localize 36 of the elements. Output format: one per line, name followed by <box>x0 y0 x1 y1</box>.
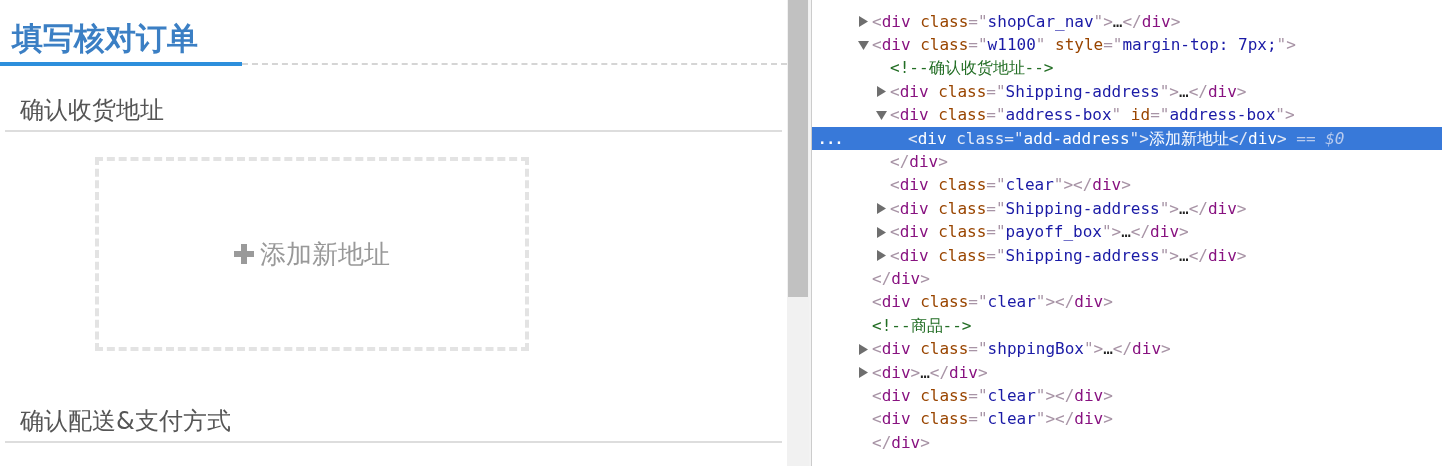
code-line: <div class="clear"></div> <box>872 408 1113 431</box>
code-line: <div class="add-address">添加新地址</div> == $0 <box>908 127 1345 150</box>
collapsed-triangle-icon[interactable] <box>876 226 887 238</box>
expanded-triangle-icon[interactable] <box>876 109 887 121</box>
section-heading: 确认收货地址 <box>20 98 164 122</box>
code-line: <div>…</div> <box>872 361 988 384</box>
collapsed-triangle-icon[interactable] <box>858 343 869 355</box>
code-line: <div class="address-box" id="address-box"> <box>890 104 1295 127</box>
code-line: <div class="shopCar_nav">…</div> <box>872 10 1181 33</box>
code-line: </div> <box>872 431 930 454</box>
plus-icon <box>234 244 254 264</box>
code-line: <div class="Shipping-address">…</div> <box>890 197 1247 220</box>
collapsed-triangle-icon[interactable] <box>858 367 869 379</box>
add-address-button[interactable]: 添加新地址 <box>95 157 529 351</box>
code-line: <div class="Shipping-address">…</div> <box>890 244 1247 267</box>
code-line: <div class="shppingBox">…</div> <box>872 338 1171 361</box>
code-line: <!--确认收货地址--> <box>890 57 1054 80</box>
page-title: 填写核对订单 <box>12 23 198 54</box>
selected-node-row[interactable]: ... <div class="add-address">添加新地址</div> == $0 <box>812 126 1442 151</box>
collapsed-triangle-icon[interactable] <box>876 203 887 215</box>
code-line: </div> <box>872 268 930 290</box>
expanded-triangle-icon[interactable] <box>858 39 869 51</box>
code-line: </div> <box>890 151 948 174</box>
more-button[interactable]: ... <box>818 131 844 146</box>
collapsed-triangle-icon[interactable] <box>858 16 869 28</box>
collapsed-triangle-icon[interactable] <box>876 250 887 262</box>
collapsed-triangle-icon[interactable] <box>876 86 887 98</box>
code-line: <div class="clear"></div> <box>872 384 1113 407</box>
code-line: <div class="Shipping-address">…</div> <box>890 80 1247 103</box>
code-line: <div class="w1100" style="margin-top: 7px;"> <box>872 34 1296 57</box>
code-line: <div class="payoff_box">…</div> <box>890 221 1189 244</box>
code-line: <div class="clear"></div> <box>872 291 1113 314</box>
section-heading: 确认配送&支付方式 <box>20 409 231 433</box>
code-line: <!--商品--> <box>872 314 972 337</box>
scrollbar-thumb[interactable] <box>788 0 808 297</box>
code-line: <div class="clear"></div> <box>890 174 1131 197</box>
